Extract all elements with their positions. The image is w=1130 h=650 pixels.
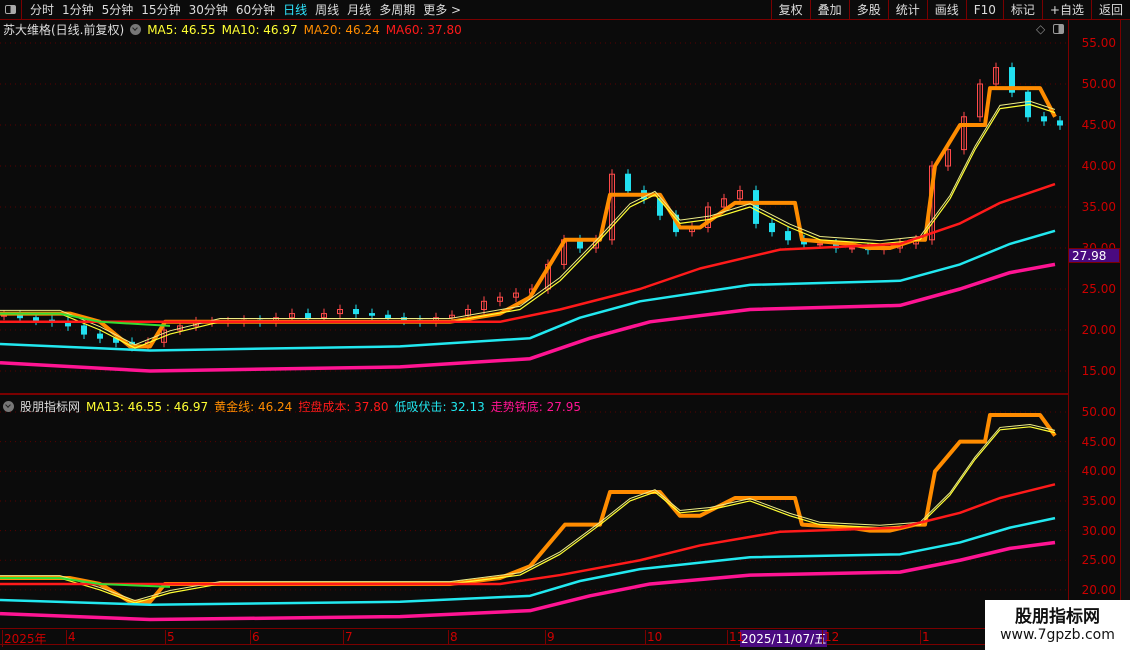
y-tick-label: 40.00 xyxy=(1081,464,1116,479)
price-tag: 27.98 xyxy=(1068,248,1120,263)
time-label: 1 xyxy=(920,630,930,644)
candle-body xyxy=(769,222,775,233)
y-tick-label: 35.00 xyxy=(1081,493,1116,508)
candle-body xyxy=(369,313,375,316)
price-axis: 55.00 50.00 45.00 40.00 35.00 30.00 25.00 20.00… xyxy=(1068,20,1120,645)
time-label: 9 xyxy=(545,630,555,644)
candle-body xyxy=(817,243,823,246)
time-label: 4 xyxy=(66,630,76,644)
y-tick-label: 45.00 xyxy=(1081,118,1116,132)
y-tick-label: 25.00 xyxy=(1081,553,1116,568)
price-chart[interactable] xyxy=(0,0,1068,628)
y-tick-label: 50.00 xyxy=(1081,405,1116,419)
candle-body xyxy=(33,317,39,321)
cursor-date: 2025/11/07/五 xyxy=(740,630,828,647)
main-series-ma xyxy=(0,103,1056,349)
candle-body xyxy=(97,333,103,339)
candle-body xyxy=(849,247,855,250)
time-label: 12 xyxy=(822,630,840,644)
y-tick-label: 55.00 xyxy=(1081,36,1116,50)
watermark-url: www.7gpzb.com xyxy=(1000,627,1115,643)
y-tick-label: 40.00 xyxy=(1081,159,1116,173)
candle-body xyxy=(17,314,23,319)
main-series-黄金线 xyxy=(0,86,1057,349)
time-label: 5 xyxy=(165,630,175,644)
y-tick-label: 45.00 xyxy=(1081,434,1116,449)
candle-body xyxy=(305,313,311,319)
candle-body xyxy=(785,231,791,241)
time-label: 2025年 xyxy=(2,630,47,647)
candle-body xyxy=(81,325,87,335)
side-panel xyxy=(1120,20,1130,645)
time-label: 10 xyxy=(645,630,663,644)
time-label: 6 xyxy=(250,630,260,644)
y-tick-label: 35.00 xyxy=(1081,200,1116,214)
y-tick-label: 25.00 xyxy=(1081,282,1116,296)
y-tick-label: 15.00 xyxy=(1081,364,1116,378)
candle-body xyxy=(1057,120,1063,126)
time-label: 11 xyxy=(727,630,745,644)
watermark: 股朋指标网 www.7gpzb.com xyxy=(985,600,1130,650)
y-tick-label: 50.00 xyxy=(1081,77,1116,91)
candle-body xyxy=(353,309,359,315)
candle-body xyxy=(625,173,631,192)
tool-button[interactable]: 返回 xyxy=(1090,0,1130,20)
indicator-series-ma xyxy=(0,426,1056,604)
time-label: 8 xyxy=(448,630,458,644)
y-tick-label: 20.00 xyxy=(1081,582,1116,597)
indicator-series-ma10 xyxy=(0,423,1056,602)
watermark-name: 股朋指标网 xyxy=(1015,607,1100,627)
candle-body xyxy=(1041,116,1047,122)
time-axis: 2025/11/07/五 2025年 4 5 6 7 8 9 10 11 12 1 xyxy=(0,628,1068,647)
candle-body xyxy=(385,314,391,319)
time-label: 7 xyxy=(343,630,353,644)
y-tick-label: 30.00 xyxy=(1081,523,1116,538)
y-tick-label: 20.00 xyxy=(1081,323,1116,337)
main-series-ma10 xyxy=(0,100,1056,346)
